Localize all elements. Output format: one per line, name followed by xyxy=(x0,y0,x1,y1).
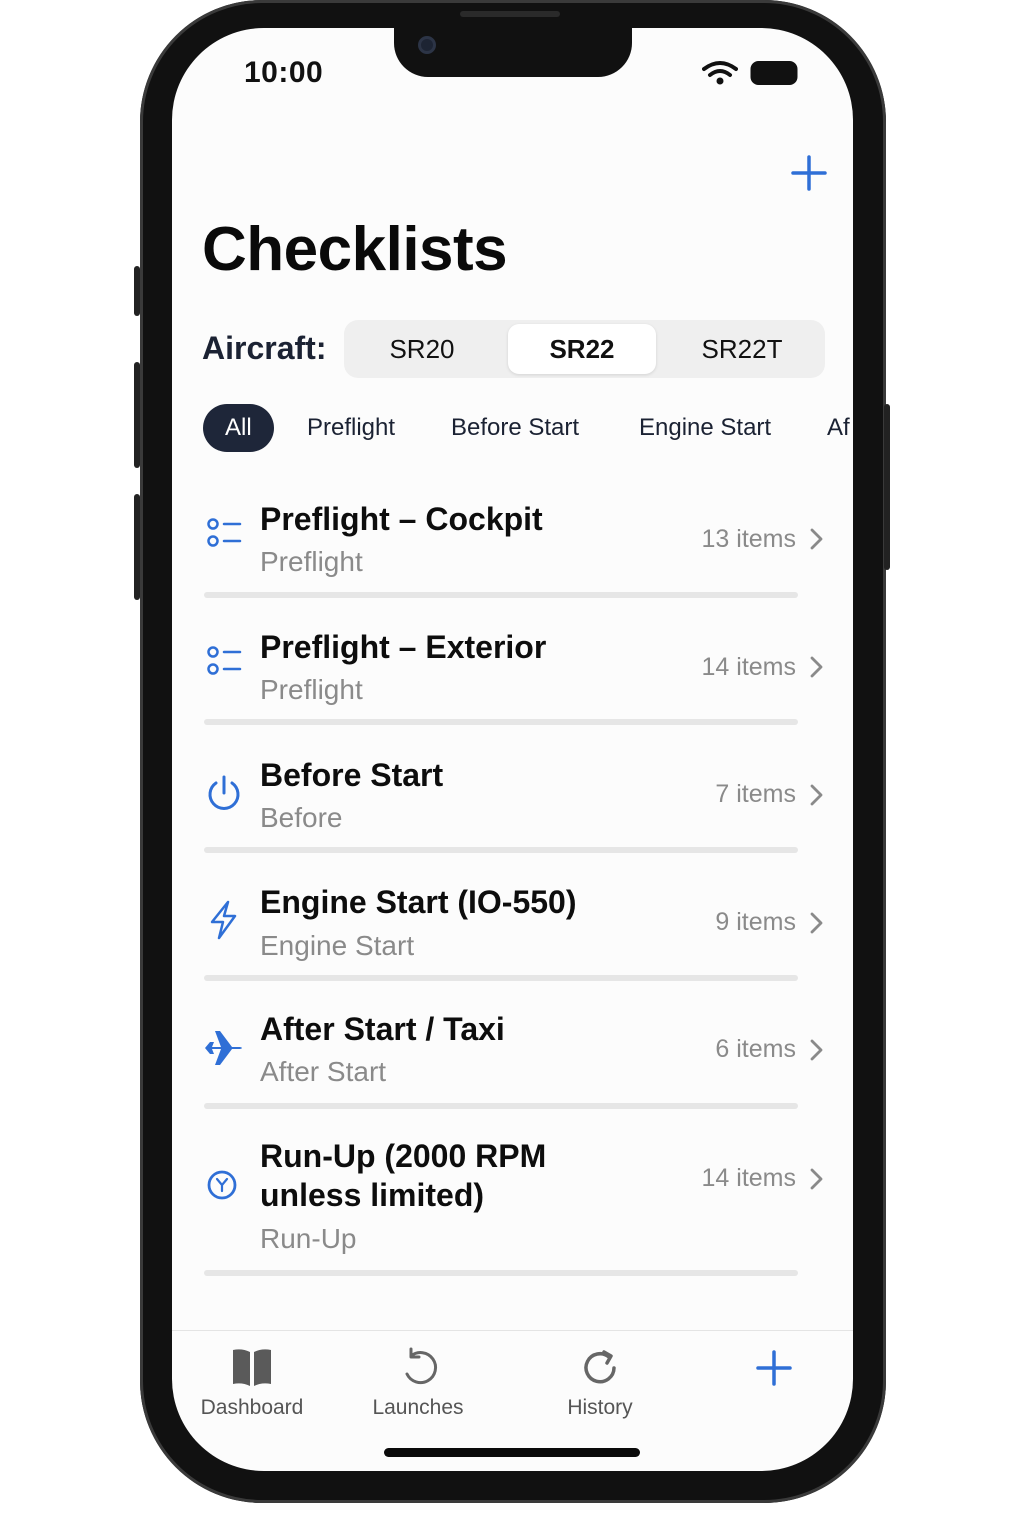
checklist-title-line2: unless limited) xyxy=(260,1177,485,1213)
filter-chip-before-start[interactable]: Before Start xyxy=(451,404,579,452)
checklist-category: Run-Up xyxy=(260,1223,357,1254)
chevron-right-icon xyxy=(810,656,823,678)
tab-label: Launches xyxy=(372,1396,464,1419)
checklist-title-line1: Run-Up (2000 RPM xyxy=(260,1138,547,1174)
checklist-count: 13 items xyxy=(701,525,796,553)
volume-down-button xyxy=(134,494,140,600)
aircraft-option-sr22[interactable]: SR22 xyxy=(508,324,656,374)
checklist-category: Preflight xyxy=(260,674,363,705)
history-icon xyxy=(584,1350,616,1384)
book-icon xyxy=(233,1349,271,1386)
tab-label: History xyxy=(567,1396,633,1419)
chevron-right-icon xyxy=(810,528,823,550)
speaker xyxy=(460,11,560,17)
checklist-count: 14 items xyxy=(701,653,796,681)
aircraft-label: Aircraft: xyxy=(202,330,327,366)
refresh-icon xyxy=(405,1347,438,1384)
page-title: Checklists xyxy=(202,215,508,284)
battery-icon xyxy=(750,61,798,85)
chevron-right-icon xyxy=(810,912,823,934)
checklist-count: 14 items xyxy=(701,1164,796,1192)
checklist-icon xyxy=(207,646,242,675)
airplane-icon xyxy=(205,1031,242,1065)
aircraft-option-sr20[interactable]: SR20 xyxy=(348,324,496,374)
checklist-category: After Start xyxy=(260,1056,387,1087)
wifi-icon xyxy=(702,61,738,85)
aircraft-segmented-control: SR20 SR22 SR22T xyxy=(344,320,825,378)
checklist-category: Before xyxy=(260,802,343,833)
checklist-progress-bar xyxy=(204,975,798,981)
volume-up-button xyxy=(134,362,140,468)
checklist-count: 9 items xyxy=(715,908,796,936)
filter-chip-engine-start[interactable]: Engine Start xyxy=(639,404,771,452)
status-time: 10:00 xyxy=(244,56,324,89)
checklist-progress-bar xyxy=(204,847,798,853)
aircraft-option-sr22t[interactable]: SR22T xyxy=(668,324,816,374)
add-checklist-button[interactable] xyxy=(790,154,828,192)
filter-chip-preflight[interactable]: Preflight xyxy=(307,404,395,452)
checklist-category: Engine Start xyxy=(260,930,415,961)
checklist-progress-bar xyxy=(204,1103,798,1109)
filter-chip-after[interactable]: Af xyxy=(827,404,853,452)
timer-icon xyxy=(207,1170,237,1200)
front-camera xyxy=(418,36,436,54)
checklist-title: Preflight – Cockpit xyxy=(260,501,543,537)
tab-label: Dashboard xyxy=(200,1396,304,1419)
checklist-progress-bar xyxy=(204,592,798,598)
chevron-right-icon xyxy=(810,1168,823,1190)
checklist-title: Before Start xyxy=(260,757,444,793)
checklist-title: Engine Start (IO-550) xyxy=(260,884,577,920)
plus-icon xyxy=(756,1350,792,1386)
chevron-right-icon xyxy=(810,784,823,806)
checklist-count: 6 items xyxy=(715,1035,796,1063)
bolt-icon xyxy=(210,900,237,940)
filter-chip-all[interactable]: All xyxy=(203,404,274,452)
power-icon xyxy=(208,775,240,810)
checklist-title: After Start / Taxi xyxy=(260,1011,505,1047)
power-button xyxy=(884,404,890,570)
checklist-count: 7 items xyxy=(715,780,796,808)
checklist-progress-bar xyxy=(204,719,798,725)
checklist-progress-bar xyxy=(204,1270,798,1276)
checklist-title: Preflight – Exterior xyxy=(260,629,547,665)
checklist-icon xyxy=(207,518,242,547)
tabbar-divider xyxy=(172,1330,853,1331)
checklist-category: Preflight xyxy=(260,546,363,577)
home-indicator[interactable] xyxy=(384,1448,640,1457)
mute-switch xyxy=(134,266,140,316)
chevron-right-icon xyxy=(810,1039,823,1061)
